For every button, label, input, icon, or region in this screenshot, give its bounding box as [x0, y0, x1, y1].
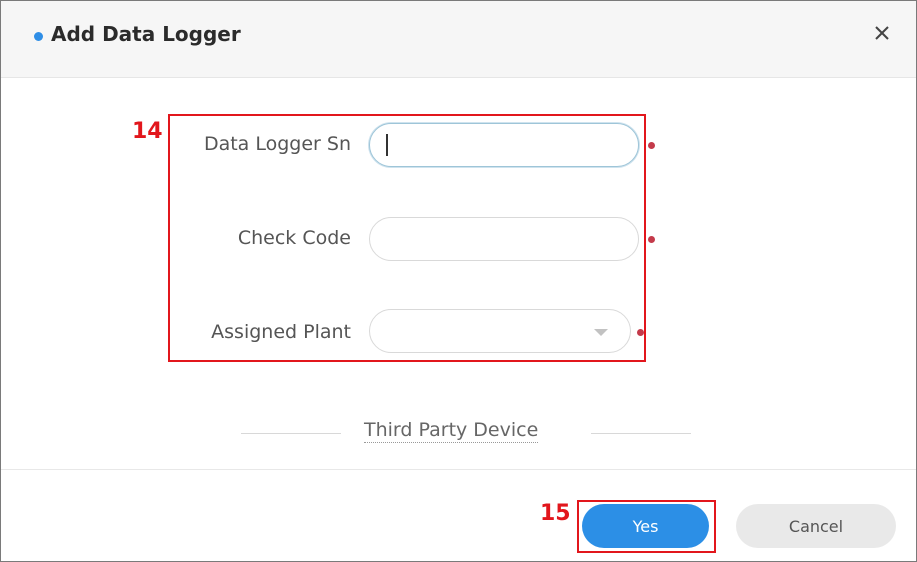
divider-right	[591, 433, 691, 434]
required-indicator	[637, 329, 644, 336]
yes-button[interactable]: Yes	[582, 504, 709, 548]
dialog-header: Add Data Logger	[1, 1, 916, 78]
chevron-down-icon	[594, 329, 608, 336]
data-logger-sn-input[interactable]	[369, 123, 639, 167]
data-logger-sn-label: Data Logger Sn	[203, 133, 351, 155]
check-code-input[interactable]	[369, 217, 639, 261]
required-indicator	[648, 236, 655, 243]
assigned-plant-select[interactable]	[369, 309, 631, 353]
add-data-logger-dialog: Add Data Logger 14 Data Logger Sn Check …	[0, 0, 917, 562]
annotation-number-15: 15	[540, 501, 571, 526]
cancel-button[interactable]: Cancel	[736, 504, 896, 548]
dialog-title: Add Data Logger	[51, 22, 241, 46]
annotation-number-14: 14	[132, 119, 163, 144]
text-caret	[386, 134, 388, 156]
title-bullet-icon	[34, 32, 43, 41]
footer-separator	[1, 469, 916, 470]
check-code-label: Check Code	[237, 227, 351, 249]
third-party-device-link[interactable]: Third Party Device	[364, 419, 539, 443]
required-indicator	[648, 142, 655, 149]
divider-left	[241, 433, 341, 434]
close-icon[interactable]	[870, 21, 894, 45]
assigned-plant-label: Assigned Plant	[211, 321, 351, 343]
